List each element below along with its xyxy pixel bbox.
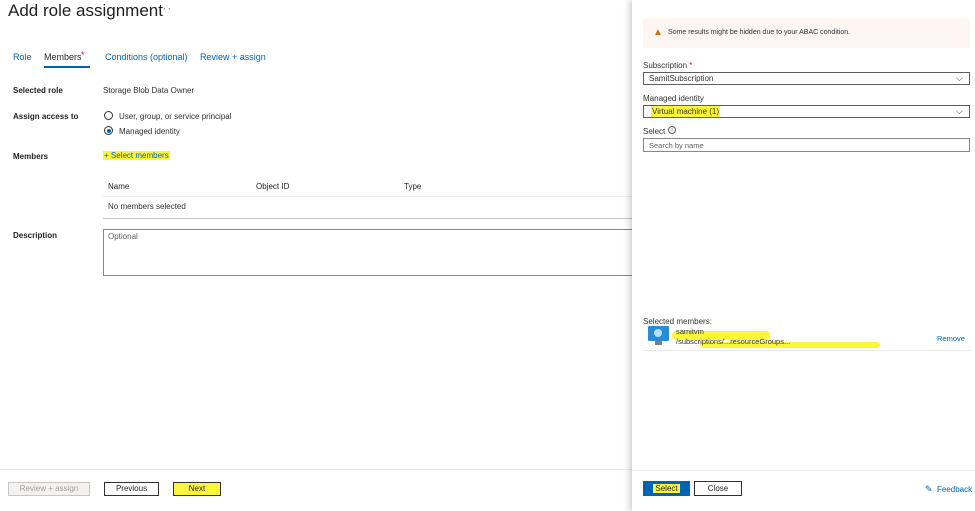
member-name: samitvm bbox=[676, 327, 704, 336]
member-path: /subscriptions/...resourceGroups... bbox=[676, 337, 791, 346]
next-button[interactable]: Next bbox=[173, 482, 221, 496]
selected-members-divider bbox=[643, 350, 970, 351]
tab-members-underline bbox=[44, 66, 90, 68]
info-icon[interactable]: i bbox=[668, 126, 676, 134]
tab-role[interactable]: Role bbox=[13, 52, 32, 62]
radio-user-group-sp-label[interactable]: User, group, or service principal bbox=[119, 112, 232, 121]
subscription-value: SamitSubscription bbox=[649, 74, 714, 83]
no-members-text: No members selected bbox=[108, 202, 186, 211]
previous-button[interactable]: Previous bbox=[104, 482, 159, 496]
select-members-link[interactable]: + Select members bbox=[103, 151, 170, 160]
feedback-icon[interactable]: ✎ bbox=[925, 484, 933, 495]
managed-identity-value: Virtual machine (1) bbox=[651, 106, 720, 117]
description-label: Description bbox=[13, 231, 58, 240]
selected-role-label: Selected role bbox=[13, 86, 63, 95]
selected-members-label: Selected members: bbox=[643, 317, 712, 326]
tab-members[interactable]: Members bbox=[44, 52, 82, 62]
subscription-label: Subscription * bbox=[643, 61, 693, 70]
abac-warning-text: Some results might be hidden due to your… bbox=[668, 29, 851, 36]
page-title: Add role assignment bbox=[8, 1, 163, 20]
table-divider bbox=[103, 218, 632, 219]
assign-access-label: Assign access to bbox=[13, 112, 79, 121]
members-label: Members bbox=[13, 152, 49, 161]
chevron-down-icon: ⌵ bbox=[956, 73, 963, 83]
table-header-divider bbox=[103, 196, 632, 197]
description-placeholder: Optional bbox=[108, 232, 138, 241]
tab-members-required-marker: * bbox=[81, 50, 85, 60]
column-header-object-id: Object ID bbox=[256, 182, 290, 191]
tab-review-assign[interactable]: Review + assign bbox=[200, 52, 266, 62]
panel-footer-divider bbox=[632, 470, 975, 471]
select-label: Select bbox=[643, 127, 666, 136]
radio-managed-identity-label[interactable]: Managed identity bbox=[119, 127, 180, 136]
chevron-down-icon: ⌵ bbox=[956, 106, 963, 116]
search-placeholder: Search by name bbox=[649, 141, 704, 150]
selected-role-value: Storage Blob Data Owner bbox=[103, 86, 195, 95]
select-button[interactable]: Select bbox=[643, 481, 690, 496]
virtual-machine-icon-stand bbox=[655, 341, 662, 345]
column-header-type: Type bbox=[404, 182, 422, 191]
virtual-machine-icon bbox=[648, 326, 669, 341]
warning-icon: ▲ bbox=[653, 27, 663, 38]
description-input[interactable] bbox=[103, 229, 633, 276]
close-button[interactable]: Close bbox=[694, 481, 742, 496]
remove-member-link[interactable]: Remove bbox=[937, 334, 965, 343]
managed-identity-label: Managed identity bbox=[643, 94, 704, 103]
column-header-name: Name bbox=[108, 182, 130, 191]
radio-user-group-sp[interactable] bbox=[104, 111, 113, 120]
footer-divider bbox=[0, 469, 632, 470]
feedback-link[interactable]: Feedback bbox=[937, 485, 972, 494]
more-options-icon[interactable]: ··· bbox=[158, 3, 172, 15]
radio-managed-identity[interactable] bbox=[104, 126, 113, 135]
review-assign-button[interactable]: Review + assign bbox=[8, 482, 90, 496]
tab-conditions[interactable]: Conditions (optional) bbox=[105, 52, 188, 62]
